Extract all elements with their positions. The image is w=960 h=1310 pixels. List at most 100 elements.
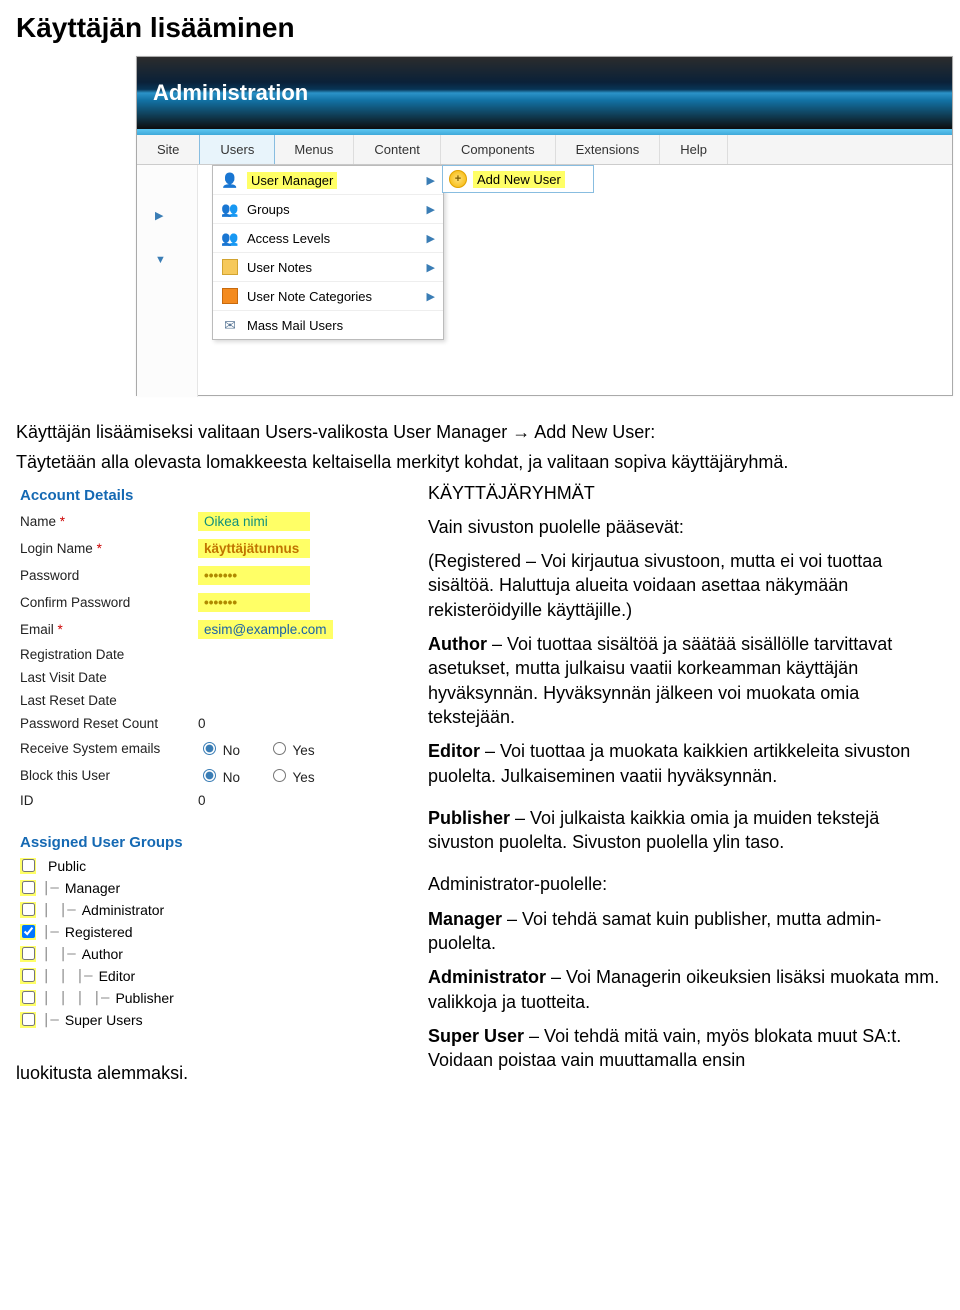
menu-help[interactable]: Help <box>660 135 728 164</box>
sysmail-yes[interactable]: Yes <box>268 739 315 758</box>
checkbox-registered[interactable] <box>20 924 36 940</box>
admin-header-text: Administration <box>153 80 308 106</box>
dropdown-user-notes[interactable]: User Notes ▶ <box>213 253 443 282</box>
editor-bold: Editor <box>428 741 480 761</box>
password-label: Password <box>20 568 192 583</box>
sysmail-no[interactable]: No <box>198 739 240 758</box>
row-login: Login Name * käyttäjätunnus <box>16 535 416 562</box>
plus-icon: + <box>449 170 467 188</box>
dropdown-label: Mass Mail Users <box>247 318 343 333</box>
groups-title: KÄYTTÄJÄRYHMÄT <box>428 481 944 505</box>
administrator-desc: Administrator – Voi Managerin oikeuksien… <box>428 965 944 1014</box>
dropdown-user-manager[interactable]: 👤 User Manager ▶ <box>213 166 443 195</box>
menu-site[interactable]: Site <box>137 135 200 164</box>
dropdown-label: User Note Categories <box>247 289 372 304</box>
superuser-bold: Super User <box>428 1026 524 1046</box>
group-label: Public <box>48 858 86 874</box>
checkbox-superusers[interactable] <box>20 1012 36 1028</box>
superuser-desc: Super User – Voi tehdä mitä vain, myös b… <box>428 1024 944 1073</box>
id-value: 0 <box>198 793 206 808</box>
group-publisher: | | | |— Publisher <box>16 987 286 1009</box>
yes-label: Yes <box>293 743 315 758</box>
checkbox-administrator[interactable] <box>20 902 36 918</box>
group-public: Public <box>16 855 286 877</box>
row-name: Name * Oikea nimi <box>16 508 416 535</box>
user-icon: 👤 <box>221 171 239 189</box>
tree-indent: |— <box>42 880 59 896</box>
password-value[interactable]: ••••••• <box>198 566 310 585</box>
chevron-right-icon: ▶ <box>427 203 435 216</box>
publisher-bold: Publisher <box>428 808 510 828</box>
checkbox-editor[interactable] <box>20 968 36 984</box>
group-label: Editor <box>99 968 136 984</box>
group-label: Manager <box>65 880 120 896</box>
dropdown-mass-mail[interactable]: ✉ Mass Mail Users <box>213 311 443 339</box>
name-value[interactable]: Oikea nimi <box>198 512 310 531</box>
id-label: ID <box>20 793 192 808</box>
manager-desc: Manager – Voi tehdä samat kuin publisher… <box>428 907 944 956</box>
menu-extensions[interactable]: Extensions <box>556 135 661 164</box>
row-confirm-password: Confirm Password ••••••• <box>16 589 416 616</box>
menu-users[interactable]: Users <box>199 135 275 164</box>
checkbox-public[interactable] <box>20 858 36 874</box>
registered-desc: (Registered – Voi kirjautua sivustoon, m… <box>428 549 944 622</box>
checkbox-manager[interactable] <box>20 880 36 896</box>
confirm-password-label: Confirm Password <box>20 595 192 610</box>
login-value[interactable]: käyttäjätunnus <box>198 539 310 558</box>
checkbox-author[interactable] <box>20 946 36 962</box>
group-label: Administrator <box>82 902 164 918</box>
caret-right-icon[interactable]: ▶ <box>137 177 197 222</box>
no-label: No <box>223 770 240 785</box>
login-label: Login Name <box>20 541 93 556</box>
block-yes[interactable]: Yes <box>268 766 315 785</box>
sysmail-label: Receive System emails <box>20 741 192 756</box>
user-manager-submenu: + Add New User <box>442 165 594 193</box>
menu-menus[interactable]: Menus <box>274 135 354 164</box>
intro-line1: Käyttäjän lisäämiseksi valitaan Users-va… <box>16 420 944 444</box>
dropdown-label: Groups <box>247 202 290 217</box>
lastvisit-label: Last Visit Date <box>20 670 192 685</box>
group-author: | |— Author <box>16 943 286 965</box>
row-lastreset: Last Reset Date <box>16 689 416 712</box>
group-superusers: |— Super Users <box>16 1009 286 1031</box>
frontend-heading: Vain sivuston puolelle pääsevät: <box>428 515 944 539</box>
chevron-right-icon: ▶ <box>427 290 435 303</box>
user-group-descriptions: KÄYTTÄJÄRYHMÄT Vain sivuston puolelle pä… <box>428 481 944 1083</box>
dropdown-groups[interactable]: 👥 Groups ▶ <box>213 195 443 224</box>
submenu-add-new-user[interactable]: + Add New User <box>443 166 593 192</box>
side-toggle: ▶ ▼ <box>137 165 198 397</box>
confirm-password-value[interactable]: ••••••• <box>198 593 310 612</box>
menubar: Site Users Menus Content Components Exte… <box>137 135 952 165</box>
groups-heading: Assigned User Groups <box>16 828 286 855</box>
group-label: Registered <box>65 924 133 940</box>
row-pwresetcount: Password Reset Count 0 <box>16 712 416 735</box>
tree-indent: |— <box>42 924 59 940</box>
group-manager: |— Manager <box>16 877 286 899</box>
group-label: Super Users <box>65 1012 143 1028</box>
mail-icon: ✉ <box>221 316 239 334</box>
dropdown-label: User Notes <box>247 260 312 275</box>
group-label: Publisher <box>115 990 173 1006</box>
block-no[interactable]: No <box>198 766 240 785</box>
dropdown-access-levels[interactable]: 👥 Access Levels ▶ <box>213 224 443 253</box>
caret-down-icon[interactable]: ▼ <box>137 222 197 266</box>
account-details-form: Account Details Name * Oikea nimi Login … <box>16 481 416 812</box>
row-email: Email * esim@example.com <box>16 616 416 643</box>
group-administrator: | |— Administrator <box>16 899 286 921</box>
group-registered: |— Registered <box>16 921 286 943</box>
menu-components[interactable]: Components <box>441 135 556 164</box>
menu-content[interactable]: Content <box>354 135 441 164</box>
no-label: No <box>223 743 240 758</box>
editor-desc: Editor – Voi tuottaa ja muokata kaikkien… <box>428 739 944 788</box>
form-heading: Account Details <box>16 481 416 508</box>
note-icon <box>221 258 239 276</box>
chevron-right-icon: ▶ <box>427 232 435 245</box>
tree-indent: | |— <box>42 902 76 918</box>
email-value[interactable]: esim@example.com <box>198 620 333 639</box>
required-star: * <box>60 514 65 529</box>
dropdown-user-note-categories[interactable]: User Note Categories ▶ <box>213 282 443 311</box>
chevron-right-icon: ▶ <box>427 174 435 187</box>
row-regdate: Registration Date <box>16 643 416 666</box>
administrator-bold: Administrator <box>428 967 546 987</box>
checkbox-publisher[interactable] <box>20 990 36 1006</box>
